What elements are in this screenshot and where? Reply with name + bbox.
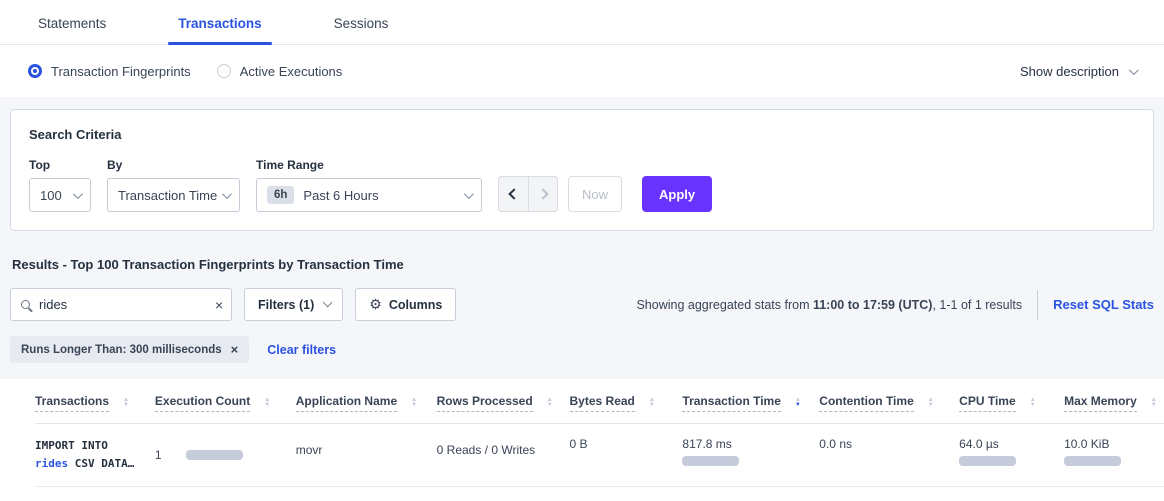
show-description-toggle[interactable]: Show description — [1020, 64, 1136, 79]
radio-label: Active Executions — [240, 64, 343, 79]
search-icon — [21, 300, 30, 309]
clear-filters-link[interactable]: Clear filters — [267, 343, 336, 357]
top-label: Top — [29, 158, 91, 172]
time-nav-group — [498, 176, 558, 212]
bytes-read-cell: 0 B — [570, 437, 683, 472]
search-criteria-panel: Search Criteria Top 100 By Transaction T… — [10, 109, 1154, 231]
sort-icon[interactable]: ▲▼ — [1030, 398, 1036, 408]
time-next-button[interactable] — [528, 177, 557, 211]
by-select[interactable]: Transaction Time — [107, 178, 240, 212]
chevron-down-icon — [1129, 65, 1139, 75]
search-criteria-title: Search Criteria — [29, 127, 1135, 142]
chevron-down-icon — [73, 189, 83, 199]
sort-icon[interactable]: ▲▼ — [123, 398, 129, 408]
sort-icon[interactable]: ▲▼ — [795, 398, 801, 408]
column-header-transactions[interactable]: Transactions▲▼ — [35, 394, 155, 412]
results-toolbar: × Filters (1) ⚙ Columns Showing aggregat… — [10, 288, 1154, 321]
time-range-select[interactable]: 6h Past 6 Hours — [256, 178, 482, 212]
stats-area: Showing aggregated stats from 11:00 to 1… — [636, 290, 1154, 320]
apply-button[interactable]: Apply — [642, 176, 712, 212]
radio-active-executions[interactable]: Active Executions — [217, 64, 343, 79]
columns-button[interactable]: ⚙ Columns — [355, 288, 456, 321]
tab-transactions[interactable]: Transactions — [168, 16, 271, 44]
execution-count-cell: 1 — [155, 437, 296, 472]
chevron-down-icon — [222, 189, 232, 199]
columns-label: Columns — [389, 298, 442, 312]
cpu-time-bar — [959, 456, 1016, 466]
remove-filter-icon[interactable]: × — [231, 342, 239, 357]
by-value: Transaction Time — [118, 188, 217, 203]
chevron-down-icon — [323, 297, 333, 307]
column-header-transaction-time[interactable]: Transaction Time▲▼ — [682, 394, 819, 412]
column-header-contention-time[interactable]: Contention Time▲▼ — [819, 394, 959, 412]
max-memory-bar — [1064, 456, 1121, 466]
radio-unselected-icon — [217, 64, 231, 78]
top-select[interactable]: 100 — [29, 178, 91, 212]
rows-processed-cell: 0 Reads / 0 Writes — [437, 437, 570, 472]
time-range-value: Past 6 Hours — [303, 188, 378, 203]
transaction-time-cell: 817.8 ms — [682, 437, 819, 472]
sort-icon[interactable]: ▲▼ — [411, 398, 417, 408]
cpu-time-cell: 64.0 µs — [959, 437, 1064, 472]
sort-icon[interactable]: ▲▼ — [547, 398, 553, 408]
sort-icon[interactable]: ▲▼ — [649, 398, 655, 408]
max-memory-cell: 10.0 KiB — [1064, 437, 1164, 472]
column-header-max-memory[interactable]: Max Memory▲▼ — [1064, 394, 1164, 412]
chevron-left-icon — [508, 188, 519, 199]
filters-button[interactable]: Filters (1) — [244, 288, 343, 321]
transaction-fingerprint-link[interactable]: IMPORT INTO rides CSV DATA… — [35, 437, 155, 472]
by-label: By — [107, 158, 240, 172]
column-header-execution-count[interactable]: Execution Count▲▼ — [155, 394, 296, 412]
gear-icon: ⚙ — [369, 296, 382, 313]
search-highlight: rides — [35, 457, 68, 470]
column-header-cpu-time[interactable]: CPU Time▲▼ — [959, 394, 1064, 412]
contention-time-cell: 0.0 ns — [819, 437, 959, 472]
table-header-row: Transactions▲▼ Execution Count▲▼ Applica… — [35, 379, 1164, 424]
active-filters-row: Runs Longer Than: 300 milliseconds × Cle… — [10, 336, 1154, 363]
column-header-rows-processed[interactable]: Rows Processed▲▼ — [437, 394, 570, 412]
tab-sessions[interactable]: Sessions — [324, 16, 399, 44]
filter-pill: Runs Longer Than: 300 milliseconds × — [10, 336, 249, 363]
execution-count-bar — [186, 450, 243, 460]
search-input[interactable] — [39, 297, 215, 312]
tab-statements[interactable]: Statements — [28, 16, 116, 44]
time-range-badge: 6h — [267, 186, 294, 204]
now-button[interactable]: Now — [568, 176, 622, 212]
radio-transaction-fingerprints[interactable]: Transaction Fingerprints — [28, 64, 191, 79]
column-header-bytes-read[interactable]: Bytes Read▲▼ — [570, 394, 683, 412]
table-row: IMPORT INTO rides CSV DATA… 1 movr 0 Rea… — [35, 424, 1164, 487]
search-box[interactable]: × — [10, 288, 232, 321]
results-heading: Results - Top 100 Transaction Fingerprin… — [12, 257, 1154, 272]
transaction-time-bar — [682, 456, 739, 466]
filters-label: Filters (1) — [258, 298, 314, 312]
divider — [1037, 290, 1038, 320]
radio-selected-icon — [28, 64, 42, 78]
column-header-application-name[interactable]: Application Name▲▼ — [296, 394, 437, 412]
application-name-cell: movr — [296, 437, 437, 472]
chevron-right-icon — [537, 188, 548, 199]
show-description-label: Show description — [1020, 64, 1119, 79]
time-range-label: Time Range — [256, 158, 482, 172]
sort-icon[interactable]: ▲▼ — [928, 398, 934, 408]
sort-icon[interactable]: ▲▼ — [264, 398, 270, 408]
top-value: 100 — [40, 188, 62, 203]
time-prev-button[interactable] — [499, 177, 528, 211]
top-tab-bar: Statements Transactions Sessions — [0, 0, 1164, 45]
stats-text: Showing aggregated stats from 11:00 to 1… — [636, 298, 1022, 312]
results-table: Transactions▲▼ Execution Count▲▼ Applica… — [0, 379, 1164, 487]
page-body: Search Criteria Top 100 By Transaction T… — [0, 97, 1164, 379]
sort-icon[interactable]: ▲▼ — [1151, 398, 1157, 408]
reset-sql-stats-link[interactable]: Reset SQL Stats — [1053, 297, 1154, 312]
radio-label: Transaction Fingerprints — [51, 64, 191, 79]
view-toggle-row: Transaction Fingerprints Active Executio… — [0, 45, 1164, 97]
filter-pill-label: Runs Longer Than: 300 milliseconds — [21, 344, 222, 356]
clear-search-icon[interactable]: × — [215, 298, 223, 312]
chevron-down-icon — [464, 189, 474, 199]
